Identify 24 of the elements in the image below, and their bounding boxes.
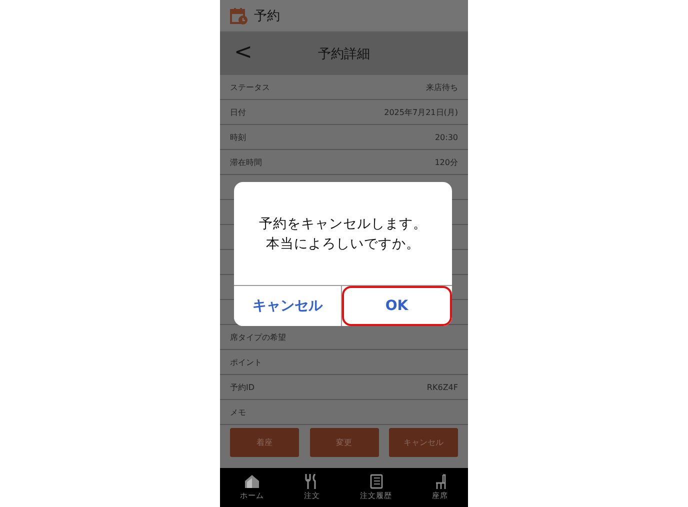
row-label: 予約ID (230, 382, 255, 392)
chair-icon (434, 474, 446, 489)
row-label: 時刻 (230, 132, 246, 142)
dialog-button[interactable]: キャンセル (234, 286, 342, 326)
house-icon (244, 474, 260, 489)
app-title: 予約 (254, 8, 280, 24)
row-value: 来店待ち (426, 82, 458, 92)
row-value: RK6Z4F (426, 382, 458, 392)
dialog-message-line: 予約をキャンセルします。 (259, 214, 427, 234)
calendar-clock-icon (230, 6, 248, 24)
row-label: 席タイプの希望 (230, 332, 286, 342)
fork-knife-icon (305, 474, 319, 489)
dialog-message-line: 本当によろしいですか。 (266, 234, 420, 254)
row-label: メモ (230, 406, 246, 418)
row-label: 日付 (230, 106, 246, 118)
row-label: 滞在時間 (230, 156, 262, 168)
page-title: 予約詳細 (318, 46, 370, 62)
row-value: 20:30 (434, 132, 458, 142)
row-value: 2025年7月21日(月) (384, 106, 458, 118)
row-label: ステータス (230, 82, 270, 92)
row-value: 120分 (434, 156, 458, 168)
notebook-icon (370, 474, 382, 489)
row-label: ポイント (230, 356, 262, 368)
dialog-button[interactable]: OK (342, 286, 452, 326)
